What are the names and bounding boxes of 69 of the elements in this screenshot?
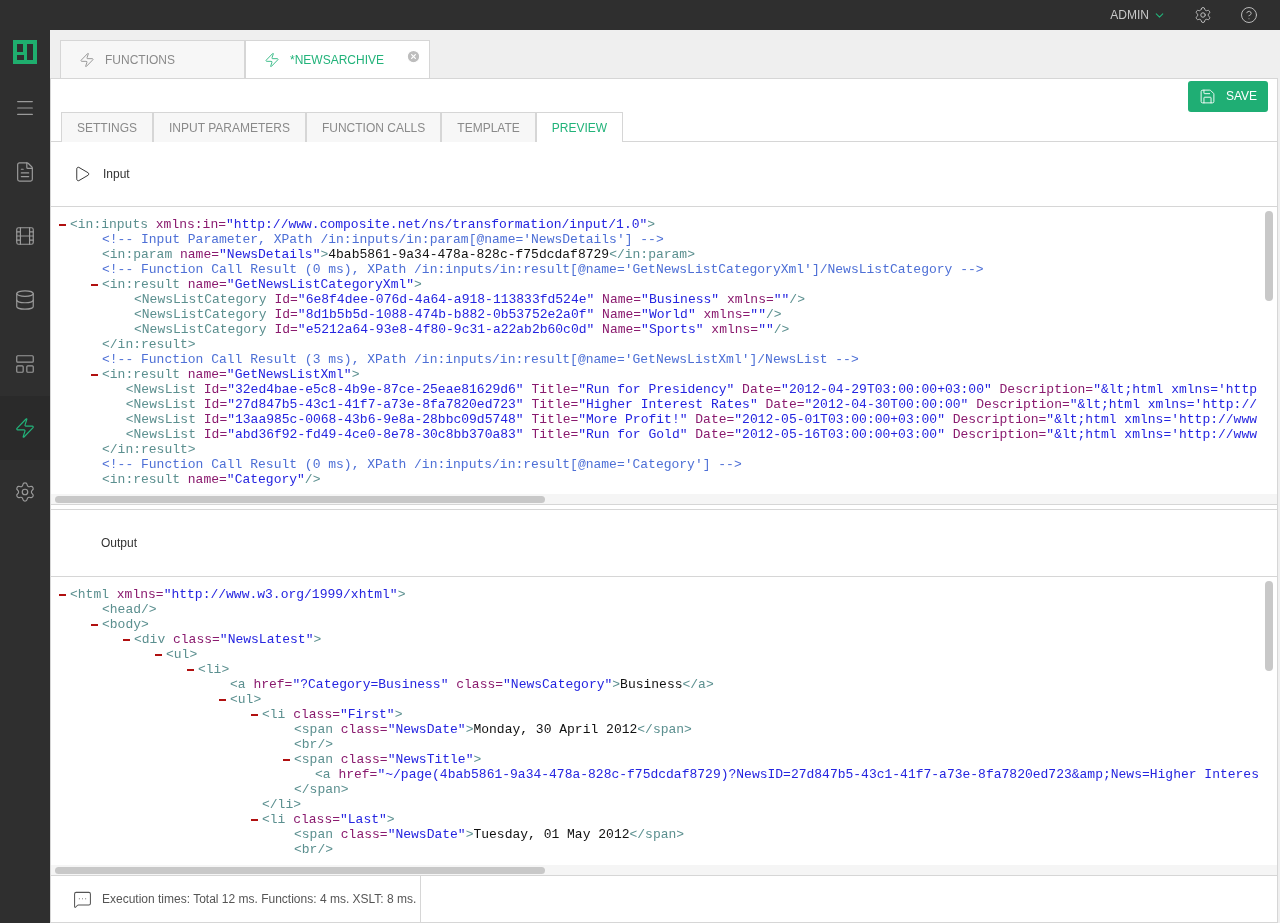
film-icon	[14, 225, 36, 247]
vertical-scrollbar[interactable]	[1265, 581, 1273, 671]
play-icon[interactable]	[73, 165, 91, 183]
code-line: <in:param name="NewsDetails">4bab5861-9a34-478a-828c-f75dcdaf8729</in:param>	[102, 247, 695, 262]
code-line: <a href="~/page(4bab5861-9a34-478a-828c-f75dcdaf8729)?NewsID=27d847b5-43c1-41f7-a73e-8fa7820ed723&amp;News=Higher Interes	[315, 767, 1259, 782]
code-line: <in:result name="Category"/>	[102, 472, 321, 487]
horizontal-scrollbar[interactable]	[55, 867, 546, 874]
code-line: <!-- Function Call Result (0 ms), XPath /in:inputs/in:result[@name='GetNewsListCategoryXml']/NewsListCategory -->	[102, 262, 984, 277]
code-line: <span class="NewsTitle">	[294, 752, 482, 767]
save-icon	[1198, 87, 1216, 105]
sub-tab[interactable]: PREVIEW	[535, 112, 624, 142]
code-line: <in:result name="GetNewsListXml">	[102, 367, 360, 382]
code-line: </li>	[262, 797, 301, 812]
document-tab[interactable]: FUNCTIONS	[60, 40, 245, 78]
save-button[interactable]: SAVE	[1188, 80, 1268, 112]
tab-label: FUNCTIONS	[105, 51, 175, 69]
sub-tab[interactable]: INPUT PARAMETERS	[153, 112, 306, 142]
document-icon	[14, 161, 36, 183]
sub-tab[interactable]: FUNCTION CALLS	[305, 112, 442, 142]
code-line: <div class="NewsLatest">	[134, 632, 322, 647]
code-line: <head/>	[102, 602, 157, 617]
section-title: Output	[101, 535, 138, 552]
code-line: <NewsList Id="32ed4bae-e5c8-4b9e-87ce-25eae81629d6" Title="Run for Presidency" Date="2012-04-29T03:00:00+03:00" Description="&lt;html xmlns='http	[125, 382, 1257, 397]
code-line: <body>	[102, 617, 149, 632]
document-tab[interactable]: *NEWSARCHIVE	[245, 40, 430, 78]
section-title: Input	[103, 166, 130, 183]
code-line: <in:result name="GetNewsListCategoryXml">	[102, 277, 422, 292]
code-line: <NewsList Id="13aa985c-0068-43b6-9e8a-28bbc09d5748" Title="More Profit!" Date="2012-05-01T03:00:00+03:00" Description="&lt;html xmlns='http://www	[125, 412, 1257, 427]
code-line: <!-- Function Call Result (0 ms), XPath /in:inputs/in:result[@name='Category'] -->	[102, 457, 742, 472]
code-line: </in:result>	[102, 442, 196, 457]
code-line: <span class="NewsDate">Tuesday, 01 May 2012</span>	[294, 827, 685, 842]
sub-tab[interactable]: TEMPLATE	[441, 112, 536, 142]
code-line: <br/>	[294, 842, 333, 857]
vertical-scrollbar[interactable]	[1265, 211, 1273, 301]
user-menu[interactable]: ADMIN	[1110, 6, 1166, 24]
code-line: <NewsList Id="27d847b5-43c1-41f7-a73e-8fa7820ed723" Title="Higher Interest Rates" Date="2012-04-30T00:00:00" Description="&lt;html xmlns='http://	[125, 397, 1257, 412]
help-icon[interactable]	[1240, 6, 1258, 24]
code-line: <br/>	[294, 737, 333, 752]
code-line: <html xmlns="http://www.w3.org/1999/xhtml">	[70, 587, 406, 602]
lightning-icon	[264, 51, 280, 68]
lightning-icon	[14, 417, 36, 439]
code-line: </in:result>	[102, 337, 196, 352]
settings-icon	[14, 481, 36, 503]
code-line: <li class="Last">	[262, 812, 395, 827]
horizontal-scrollbar[interactable]	[55, 496, 546, 503]
code-line: <NewsListCategory Id="8d1b5b5d-1088-474b-b882-0b53752e2a0f" Name="World" xmlns=""/>	[134, 307, 782, 322]
settings-icon[interactable]	[1194, 6, 1212, 24]
code-line: <!-- Function Call Result (3 ms), XPath /in:inputs/in:result[@name='GetNewsListXml']/NewsList -->	[102, 352, 859, 367]
code-line: <in:inputs xmlns:in="http://www.composite.net/ns/transformation/input/1.0">	[70, 217, 656, 232]
code-line: <!-- Input Parameter, XPath /in:inputs/in:param[@name='NewsDetails'] -->	[102, 232, 664, 247]
message-icon	[73, 889, 92, 909]
code-line: <ul>	[230, 692, 262, 707]
status-message: Execution times: Total 12 ms. Functions: 4 ms. XSLT: 8 ms.	[102, 891, 417, 908]
code-line: <li class="First">	[262, 707, 403, 722]
code-line: </span>	[294, 782, 349, 797]
database-icon	[14, 289, 36, 311]
tab-label: *NEWSARCHIVE	[290, 51, 384, 69]
logo-icon[interactable]	[13, 40, 37, 64]
code-line: <li>	[198, 662, 230, 677]
sidebar-item[interactable]	[0, 396, 50, 460]
code-line: <ul>	[166, 647, 198, 662]
code-line: <a href="?Category=Business" class="NewsCategory">Business</a>	[230, 677, 714, 692]
code-line: <NewsList Id="abd36f92-fd49-4ce0-8e78-30c8bb370a83" Title="Run for Gold" Date="2012-05-16T03:00:00+03:00" Description="&lt;html xmlns='http://www	[125, 427, 1257, 442]
sub-tab[interactable]: SETTINGS	[61, 112, 153, 142]
lightning-icon	[79, 51, 95, 68]
layout-icon	[14, 353, 36, 375]
code-line: <NewsListCategory Id="6e8f4dee-076d-4a64-a918-113833fd524e" Name="Business" xmlns=""/>	[134, 292, 805, 307]
code-line: <span class="NewsDate">Monday, 30 April 2012</span>	[294, 722, 692, 737]
code-line: <NewsListCategory Id="e5212a64-93e8-4f80-9c31-a22ab2b60c0d" Name="Sports" xmlns=""/>	[134, 322, 790, 337]
